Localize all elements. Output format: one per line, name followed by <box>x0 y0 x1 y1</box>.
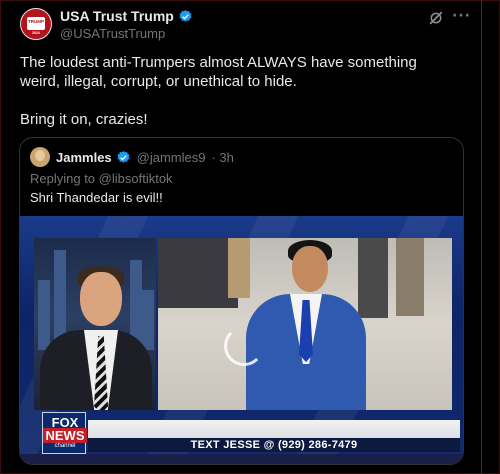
author-row: USA Trust Trump <box>60 8 193 24</box>
avatar[interactable]: TRUMP 2024 <box>20 8 52 40</box>
author-handle[interactable]: @USATrustTrump <box>60 26 165 41</box>
quoted-header: Jammles @jammles9 · 3h <box>30 147 234 167</box>
logo-subtext: channel <box>54 443 76 449</box>
reply-handle-link[interactable]: @libsoftiktok <box>99 171 173 186</box>
quoted-timestamp[interactable]: · 3h <box>211 150 233 165</box>
video-anchor-panel <box>34 238 156 410</box>
post-body: The loudest anti-Trumpers almost ALWAYS … <box>20 53 460 129</box>
quoted-author-name[interactable]: Jammles <box>56 150 112 165</box>
reply-prefix: Replying to <box>30 171 96 186</box>
grok-icon[interactable] <box>428 10 444 26</box>
chyron-ticker-text: TEXT JESSE @ (929) 286-7479 <box>190 439 358 451</box>
video-player[interactable]: TEXT JESSE @ (929) 286-7479 FOX NEWS cha… <box>20 216 463 464</box>
author-name[interactable]: USA Trust Trump <box>60 8 174 24</box>
more-options-icon[interactable]: ··· <box>452 8 471 24</box>
quoted-author-handle[interactable]: @jammles9 <box>137 150 206 165</box>
video-loading-icon <box>224 326 264 366</box>
avatar-text-bottom: 2024 <box>32 31 40 35</box>
column-divider <box>481 0 482 474</box>
avatar-text-top: TRUMP <box>28 19 44 24</box>
verified-badge-icon <box>117 150 130 163</box>
logo-text-bottom: NEWS <box>43 428 87 443</box>
quoted-post[interactable]: Jammles @jammles9 · 3h Replying to @libs… <box>19 137 464 465</box>
post-text-line: The loudest anti-Trumpers almost ALWAYS … <box>20 54 417 90</box>
video-subject-panel <box>158 238 452 410</box>
post-text-line: Bring it on, crazies! <box>20 111 148 128</box>
quoted-text: Shri Thandedar is evil!! <box>30 190 163 205</box>
video-bottom-bar <box>20 454 463 464</box>
quoted-avatar[interactable] <box>30 147 50 167</box>
network-logo: FOX NEWS channel <box>42 412 87 454</box>
verified-badge-icon <box>179 9 192 22</box>
reply-context: Replying to @libsoftiktok <box>30 171 173 186</box>
post-header: TRUMP 2024 USA Trust Trump @USATrustTrum… <box>20 8 470 42</box>
